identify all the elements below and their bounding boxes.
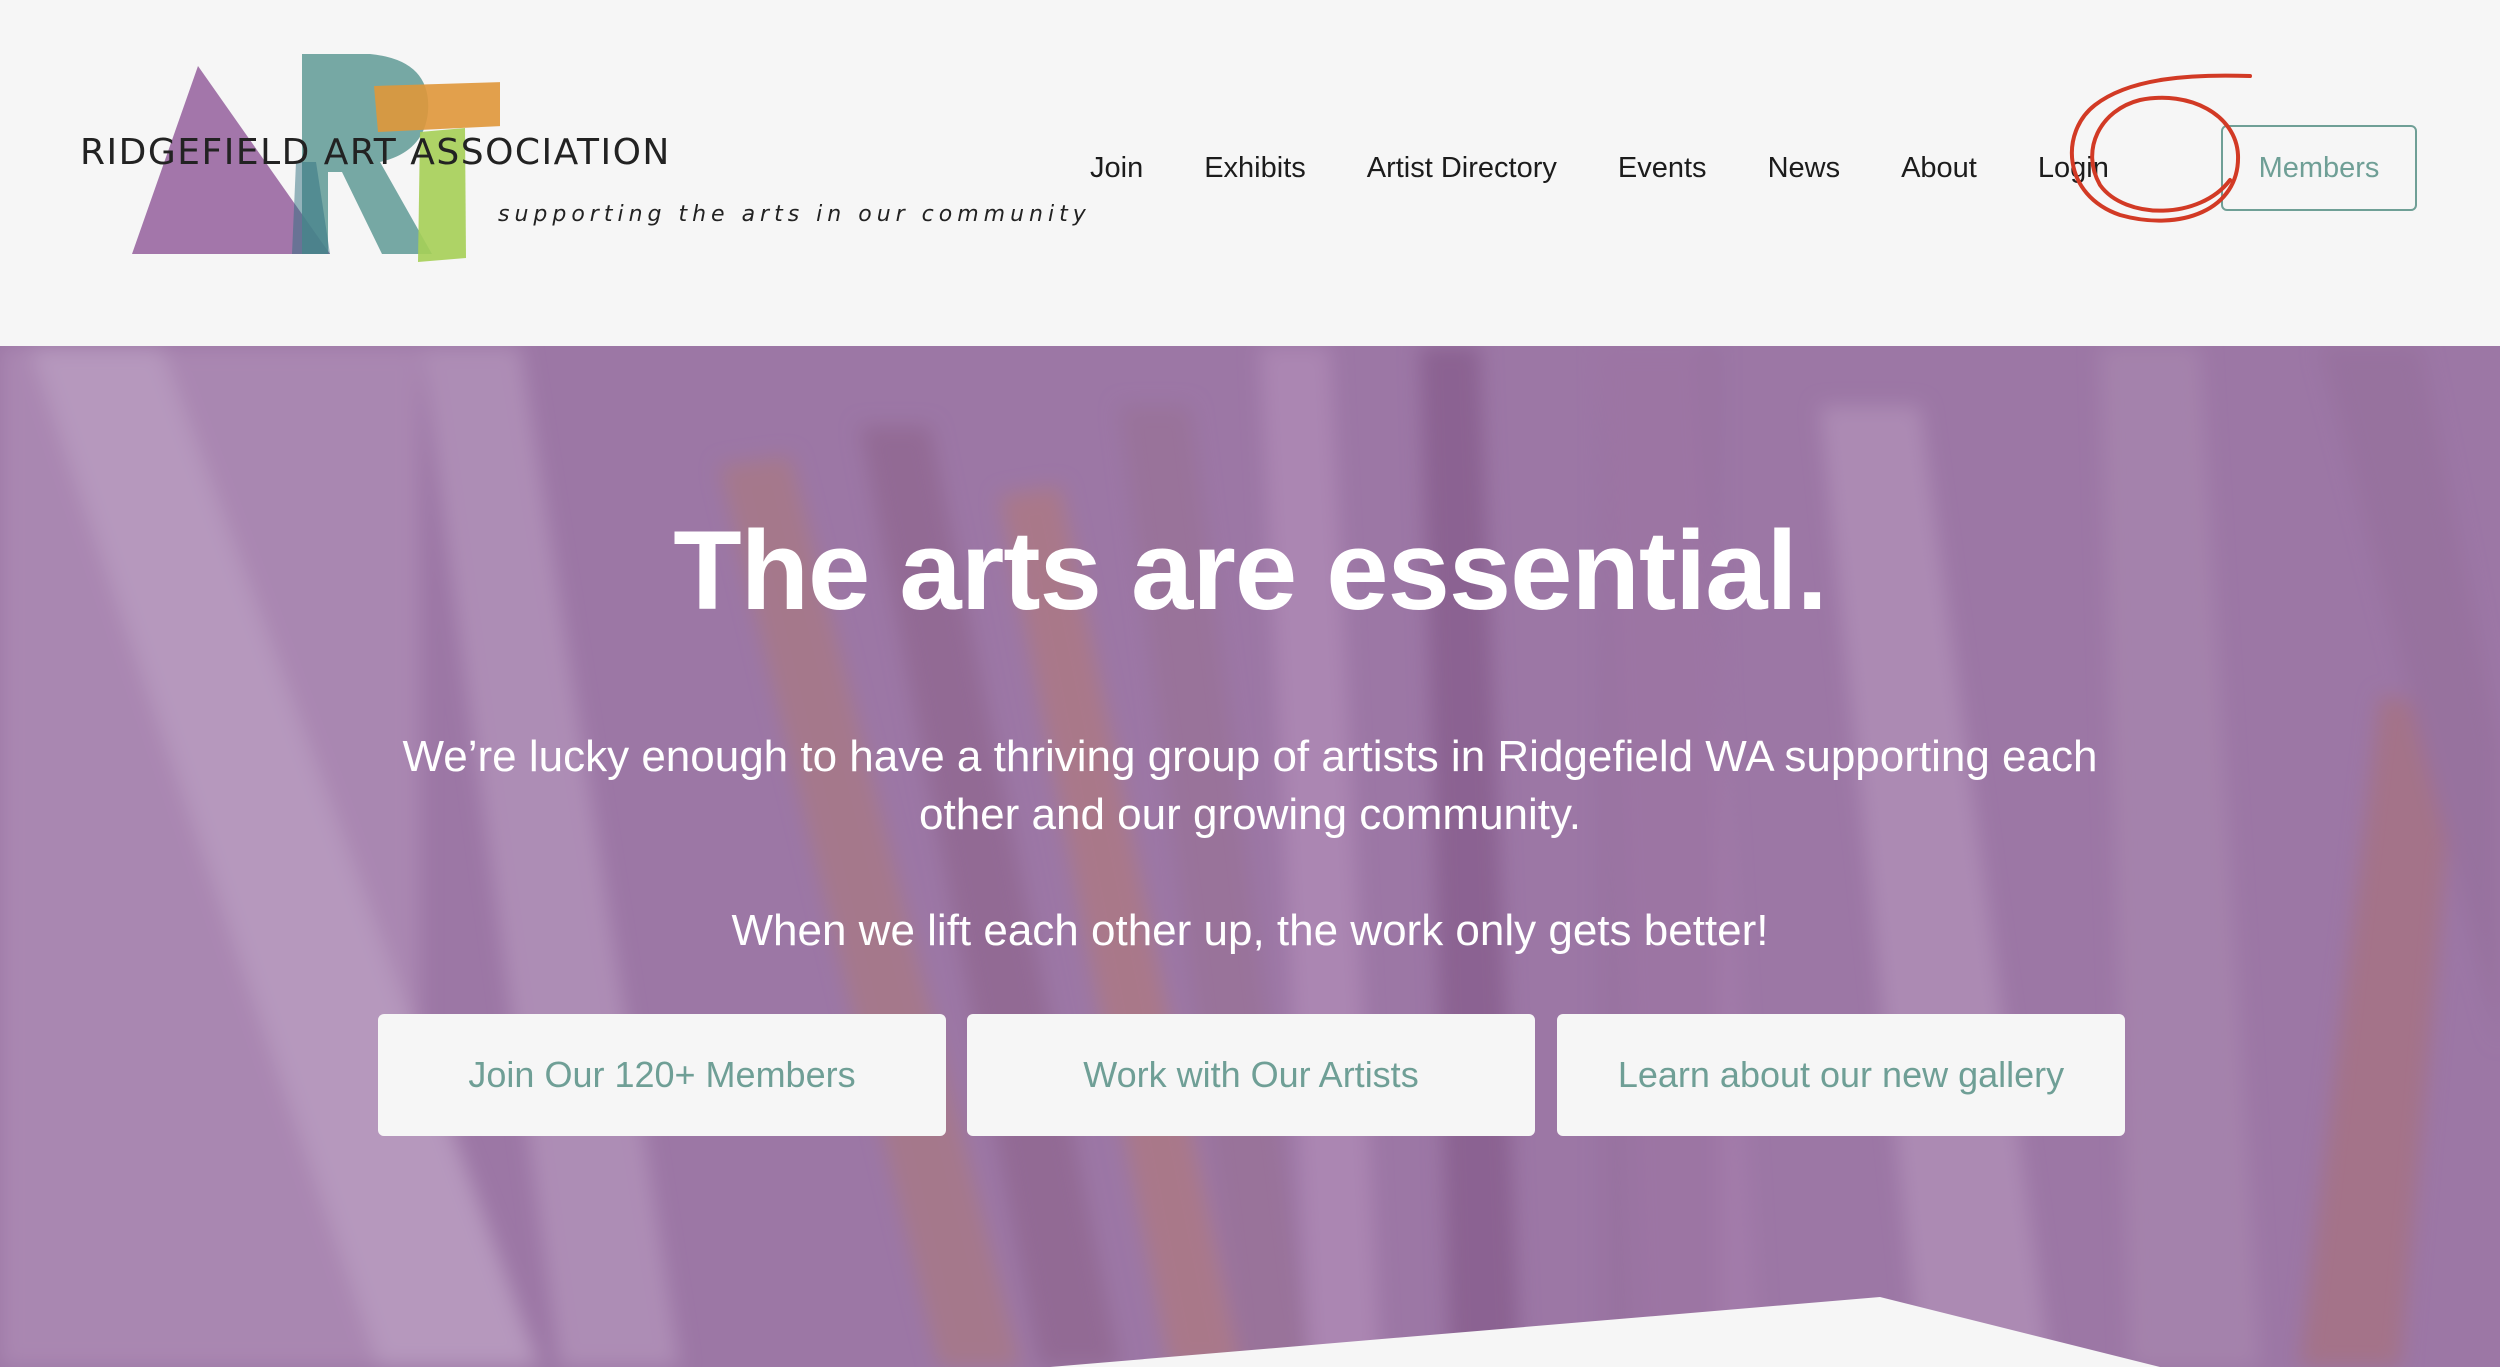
nav-join[interactable]: Join bbox=[1090, 152, 1143, 185]
learn-gallery-button[interactable]: Learn about our new gallery bbox=[1557, 1014, 2125, 1136]
nav-events[interactable]: Events bbox=[1618, 152, 1707, 185]
logo-tagline: supporting the arts in our community bbox=[498, 202, 1091, 227]
hero-paragraph-community: We’re lucky enough to have a thriving gr… bbox=[402, 732, 2098, 839]
hero-section: The arts are essential. We’re lucky enou… bbox=[0, 346, 2500, 1367]
join-members-button[interactable]: Join Our 120+ Members bbox=[378, 1014, 946, 1136]
site-logo[interactable]: RIDGEFIELD ART ASSOCIATION supporting th… bbox=[80, 52, 1086, 272]
nav-exhibits[interactable]: Exhibits bbox=[1204, 152, 1306, 185]
nav-about[interactable]: About bbox=[1901, 152, 1977, 185]
hero-title: The arts are essential. bbox=[673, 508, 1828, 633]
hero-paragraph-lift: When we lift each other up, the work onl… bbox=[731, 906, 1769, 955]
main-nav: Join Exhibits Artist Directory Events Ne… bbox=[1090, 132, 2152, 204]
members-button[interactable]: Members bbox=[2221, 125, 2417, 211]
site-header: RIDGEFIELD ART ASSOCIATION supporting th… bbox=[0, 0, 2500, 346]
section-divider-shape bbox=[1050, 1297, 2160, 1367]
nav-artist-directory[interactable]: Artist Directory bbox=[1367, 152, 1557, 185]
work-with-artists-button[interactable]: Work with Our Artists bbox=[967, 1014, 1535, 1136]
nav-news[interactable]: News bbox=[1768, 152, 1841, 185]
nav-login[interactable]: Login bbox=[2038, 152, 2109, 185]
hero-tint-overlay bbox=[0, 346, 2500, 1367]
logo-name: RIDGEFIELD ART ASSOCIATION bbox=[80, 132, 671, 173]
